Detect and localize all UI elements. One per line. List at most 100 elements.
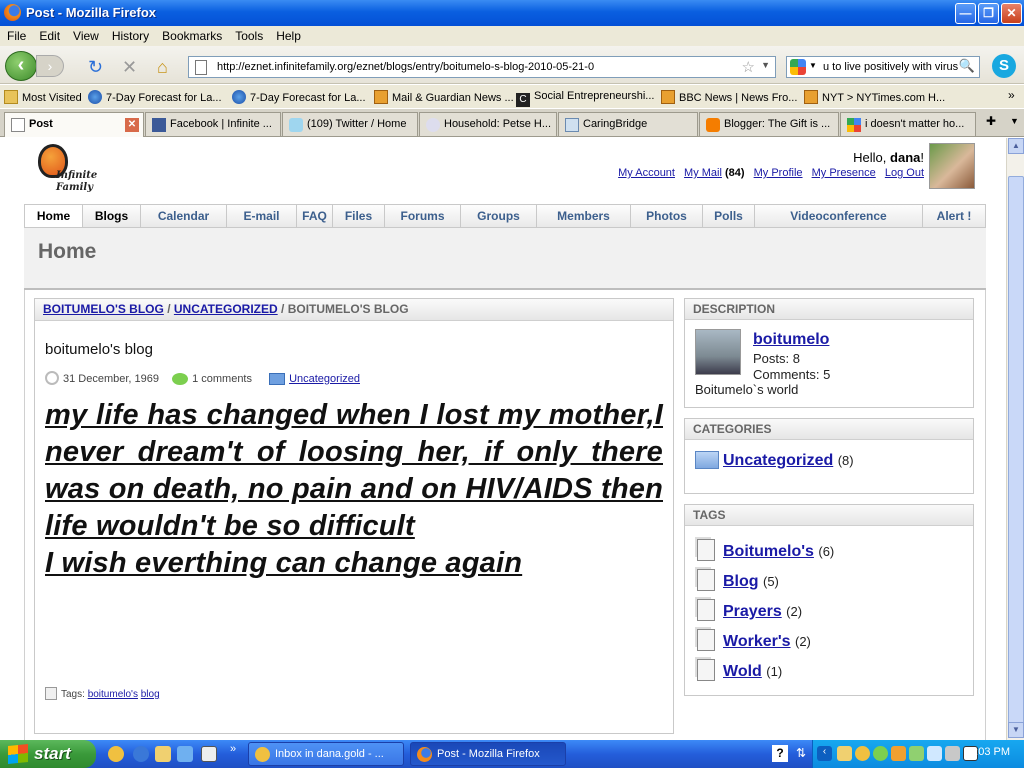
post-category-link[interactable]: Uncategorized [289,373,360,385]
vertical-scrollbar[interactable]: ▲ ▼ [1006,138,1024,740]
nav-calendar[interactable]: Calendar [141,205,227,227]
quicklaunch-thunderbird-icon[interactable] [108,746,124,762]
author-avatar[interactable] [695,329,741,375]
taskbar-clock[interactable]: 2:03 PM [969,746,1010,758]
nav-faq[interactable]: FAQ [297,205,333,227]
tray-thunderbird-icon[interactable] [855,746,870,761]
tray-app-icon[interactable] [909,746,924,761]
my-presence-link[interactable]: My Presence [812,167,876,179]
nav-photos[interactable]: Photos [631,205,703,227]
infinite-family-logo[interactable]: Infinite Family [34,142,106,200]
tray-expand-icon[interactable]: ‹ [817,746,832,761]
tag-link[interactable]: Wold [723,663,762,680]
nav-blogs[interactable]: Blogs [83,205,141,227]
nav-alert[interactable]: Alert ! [923,205,985,227]
url-bar[interactable]: http://eznet.infinitefamily.org/eznet/bl… [188,56,776,78]
tray-messenger-icon[interactable] [873,746,888,761]
google-icon[interactable] [790,59,806,75]
tray-security-icon[interactable] [891,746,906,761]
category-link[interactable]: Uncategorized [723,452,833,469]
quicklaunch-ie-icon[interactable] [133,746,149,762]
post-tag-link[interactable]: boitumelo's [88,689,138,700]
bookmark-social-entrepreneurship[interactable]: C Social Entrepreneurshi... [516,90,654,107]
scroll-up-icon[interactable]: ▲ [1008,138,1024,154]
bookmark-nyt[interactable]: NYT > NYTimes.com H... [804,90,945,104]
maximize-button[interactable]: ❐ [978,3,999,24]
quicklaunch-desktop-icon[interactable] [201,746,217,762]
help-icon[interactable]: ? [772,745,788,762]
new-tab-icon[interactable]: ✚ [986,114,996,128]
tab-post[interactable]: Post ✕ [4,112,144,137]
nav-groups[interactable]: Groups [461,205,537,227]
menu-help[interactable]: Help [269,26,307,43]
search-icon[interactable]: 🔍 [959,58,975,74]
network-icon[interactable]: ⇅ [796,746,806,760]
avatar[interactable] [929,143,975,189]
tab-list-icon[interactable]: ▼ [1010,116,1019,126]
scroll-down-icon[interactable]: ▼ [1008,722,1024,738]
url-dropdown-icon[interactable]: ▼ [761,60,770,70]
stop-icon[interactable]: ✕ [122,58,137,76]
bookmark-mail-guardian[interactable]: Mail & Guardian News ... [374,90,514,104]
tab-household[interactable]: Household: Petse H... [419,112,557,136]
tag-item: Prayers (2) [697,599,802,621]
menu-bookmarks[interactable]: Bookmarks [155,26,228,43]
my-mail-link[interactable]: My Mail [684,167,722,179]
back-button[interactable]: ‹ [5,51,37,81]
nav-polls[interactable]: Polls [703,205,755,227]
menu-tools[interactable]: Tools [228,26,269,43]
menu-view[interactable]: View [66,26,105,43]
bookmark-bbc[interactable]: BBC News | News Fro... [661,90,797,104]
home-icon[interactable]: ⌂ [157,58,168,76]
nav-email[interactable]: E-mail [227,205,297,227]
skype-icon[interactable]: S [992,54,1016,78]
tag-link[interactable]: Prayers [723,603,782,620]
tag-link[interactable]: Worker's [723,633,791,650]
tray-search-icon[interactable] [927,746,942,761]
tag-link[interactable]: Boitumelo's [723,543,814,560]
tab-caringbridge[interactable]: CaringBridge [558,112,698,136]
tab-google[interactable]: i doesn't matter ho... [840,112,976,136]
taskbar-firefox[interactable]: Post - Mozilla Firefox [410,742,566,766]
bookmark-most-visited[interactable]: Most Visited [4,90,82,104]
author-name-link[interactable]: boitumelo [753,331,829,349]
menu-edit[interactable]: Edit [32,26,66,43]
my-profile-link[interactable]: My Profile [754,167,803,179]
tab-facebook[interactable]: Facebook | Infinite ... [145,112,281,136]
close-tab-icon[interactable]: ✕ [125,118,139,132]
reload-icon[interactable]: ↻ [88,58,103,76]
nav-files[interactable]: Files [333,205,385,227]
tab-blogger[interactable]: Blogger: The Gift is ... [699,112,839,136]
quicklaunch-app-icon[interactable] [177,746,193,762]
search-engine-dropdown-icon[interactable]: ▼ [809,61,817,70]
tag-link[interactable]: Blog [723,573,759,590]
tray-settings-icon[interactable] [945,746,960,761]
menu-history[interactable]: History [105,26,155,43]
quicklaunch-mail-icon[interactable] [155,746,171,762]
minimize-button[interactable]: — [955,3,976,24]
my-account-link[interactable]: My Account [618,167,675,179]
bookmark-star-icon[interactable]: ☆ [742,58,755,76]
post-tag-link[interactable]: blog [141,689,160,700]
forward-button[interactable]: › [36,55,64,77]
bookmarks-overflow-icon[interactable]: » [1008,88,1015,102]
tab-twitter[interactable]: (109) Twitter / Home [282,112,418,136]
nav-home[interactable]: Home [25,205,83,227]
breadcrumb-blog-link[interactable]: BOITUMELO'S BLOG [43,302,164,316]
menu-file[interactable]: File [0,26,32,43]
close-button[interactable]: ✕ [1001,3,1022,24]
nav-forums[interactable]: Forums [385,205,461,227]
taskbar-inbox[interactable]: Inbox in dana.gold - ... [248,742,404,766]
log-out-link[interactable]: Log Out [885,167,924,179]
post-comments[interactable]: 1 comments [192,373,252,385]
quicklaunch-overflow-icon[interactable]: » [230,743,236,755]
start-button[interactable]: start [0,740,96,768]
bookmark-forecast-1[interactable]: 7-Day Forecast for La... [88,90,222,104]
tray-mail-icon[interactable] [837,746,852,761]
nav-members[interactable]: Members [537,205,631,227]
breadcrumb-category-link[interactable]: UNCATEGORIZED [174,302,278,316]
search-box[interactable]: ▼ u to live positively with virus 🔍 [786,56,980,78]
scrollbar-thumb[interactable] [1008,176,1024,736]
bookmark-forecast-2[interactable]: 7-Day Forecast for La... [232,90,366,104]
nav-videoconference[interactable]: Videoconference [755,205,923,227]
